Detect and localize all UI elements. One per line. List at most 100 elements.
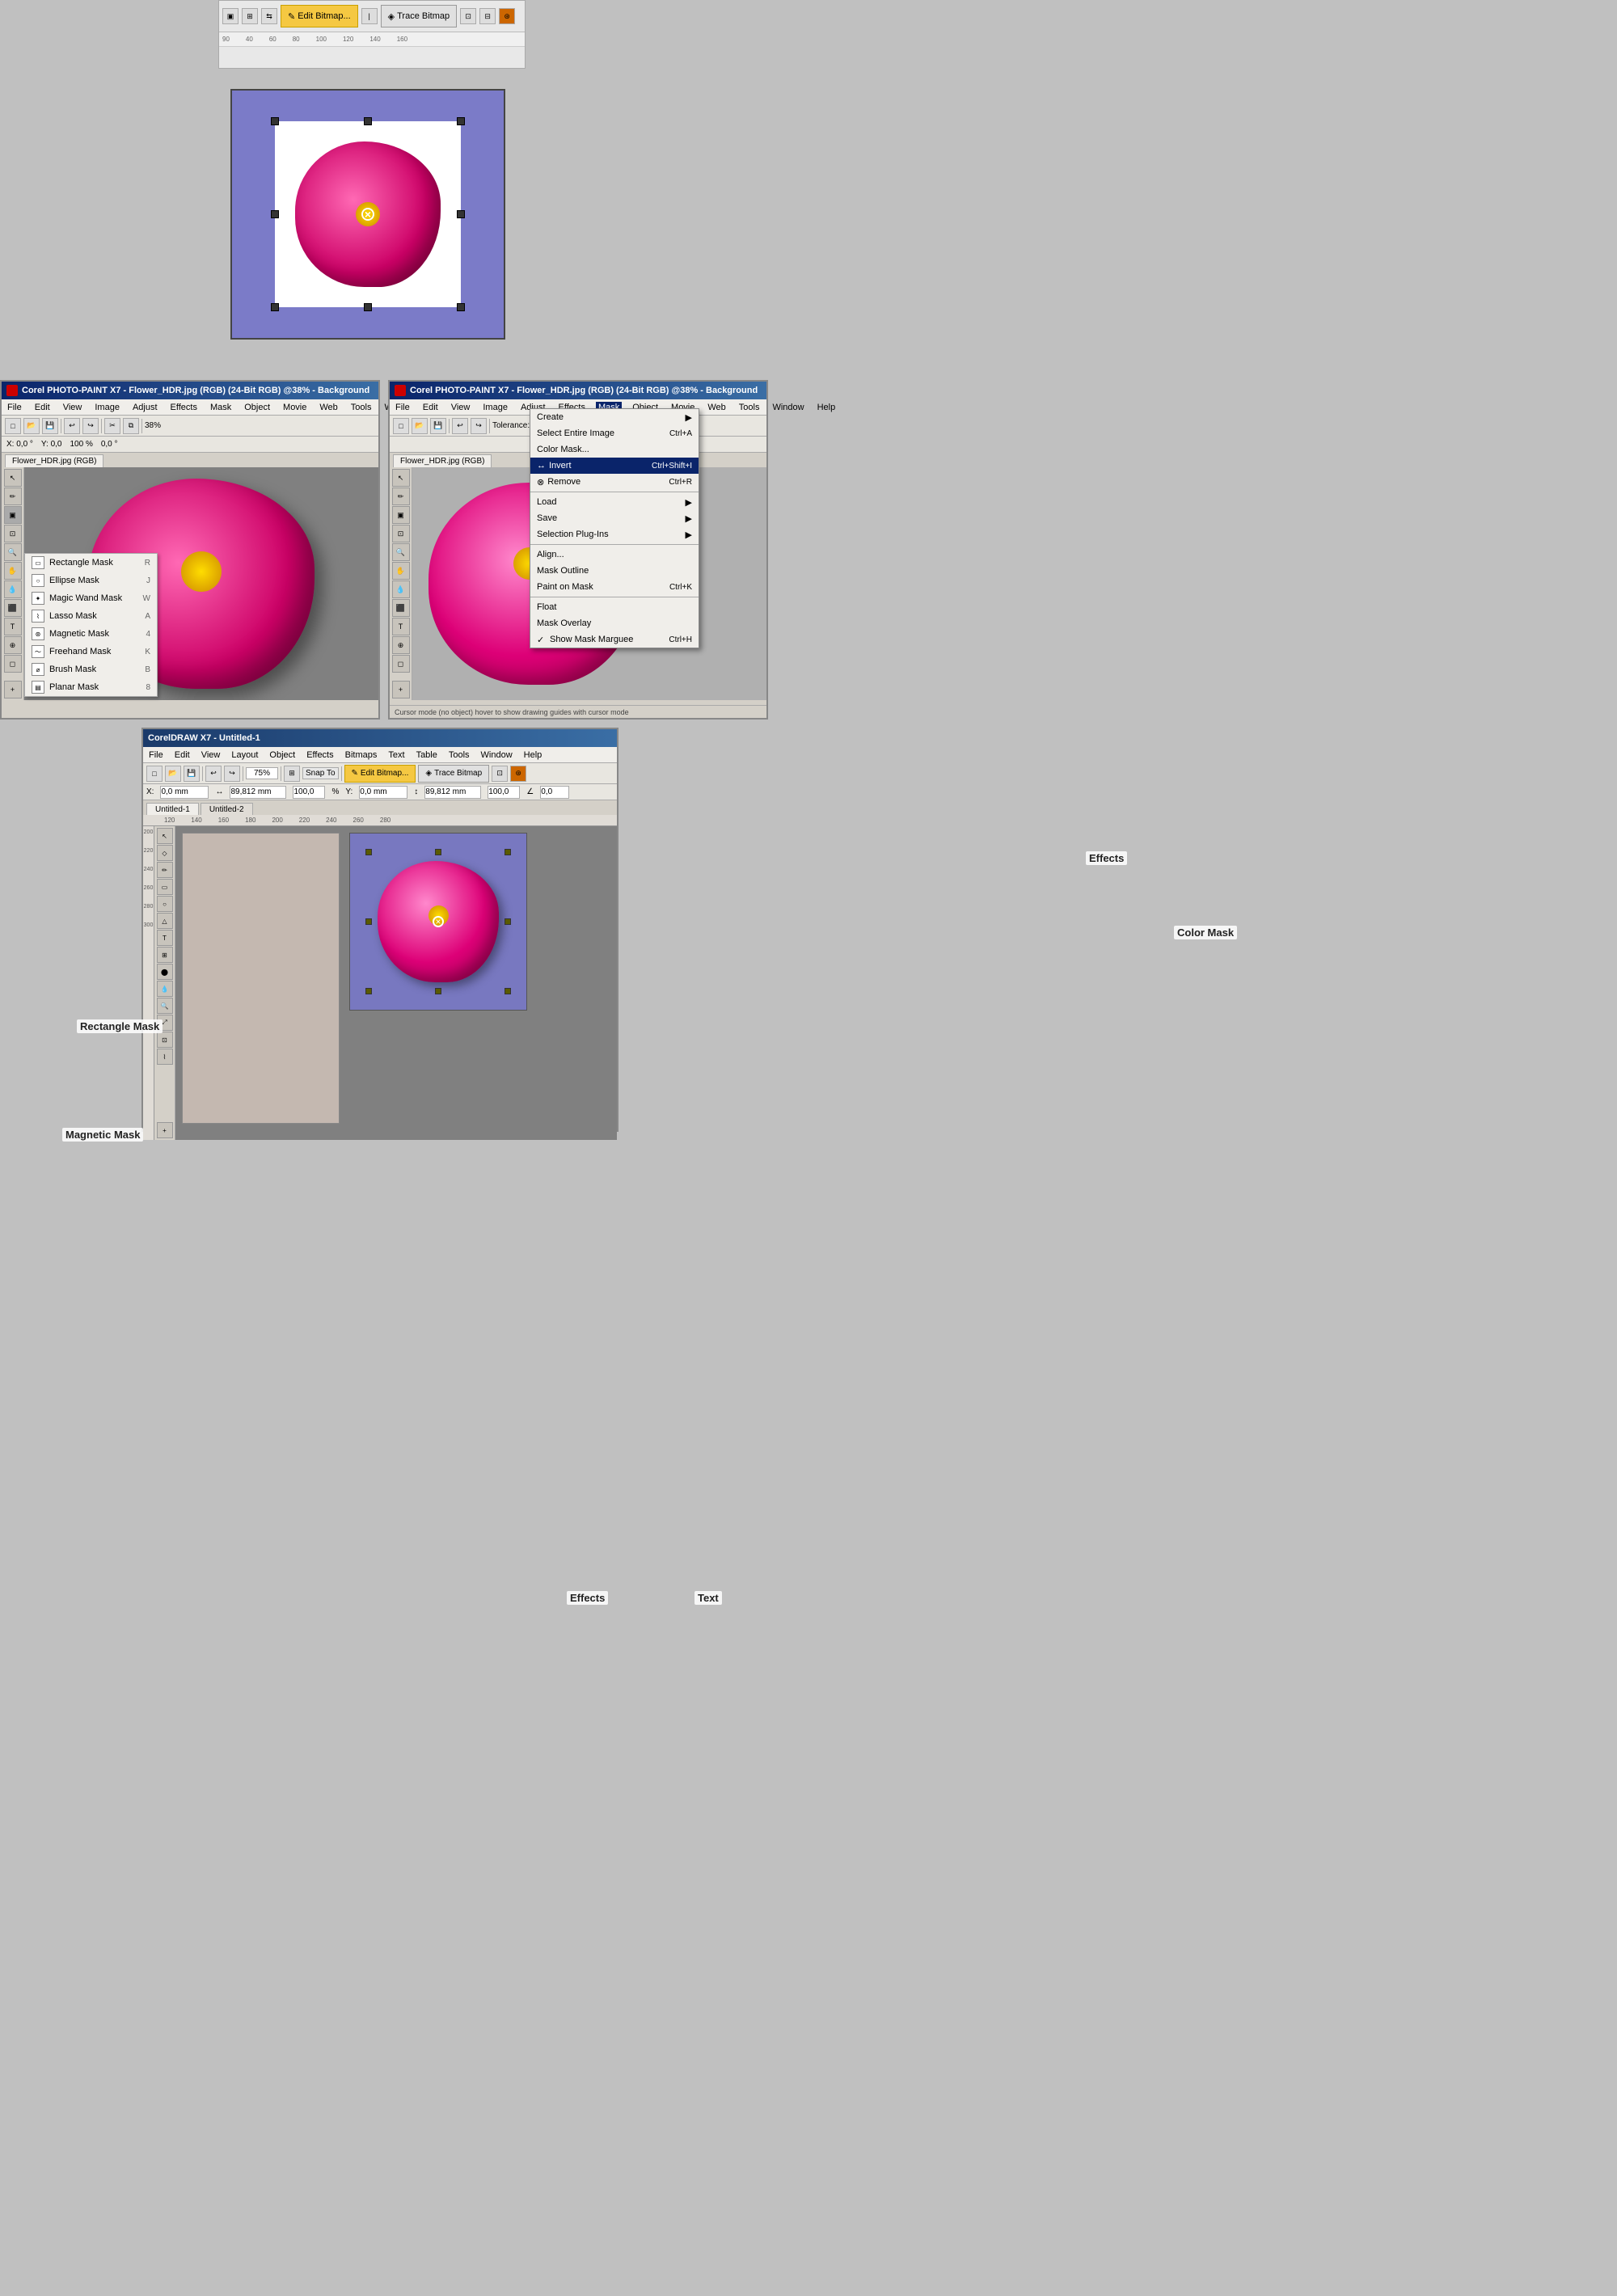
ctx-mask-outline[interactable]: Mask Outline: [530, 563, 699, 579]
trace-bitmap-button[interactable]: ◈ Trace Bitmap: [381, 5, 457, 27]
tool-mask-r[interactable]: ▣: [392, 506, 410, 524]
tool-zoom-r[interactable]: 🔍: [392, 543, 410, 561]
cd-menu-help[interactable]: Help: [521, 749, 545, 761]
tool-add[interactable]: +: [4, 681, 22, 699]
handle-tc[interactable]: [364, 117, 372, 125]
toolbar-icon-copy[interactable]: ⧉: [123, 418, 139, 434]
cd-tb-open[interactable]: 📂: [165, 766, 181, 782]
menu-view[interactable]: View: [61, 402, 85, 413]
cd-tool-text[interactable]: T: [157, 930, 173, 946]
ctx-color-mask[interactable]: Color Mask...: [530, 441, 699, 458]
menu-tools[interactable]: Tools: [348, 402, 374, 413]
handle-bc[interactable]: [364, 303, 372, 311]
cd-menu-layout[interactable]: Layout: [229, 749, 260, 761]
cd-handle-br[interactable]: [505, 988, 511, 994]
icon-placeholder-5[interactable]: ⊟: [479, 8, 496, 24]
ctx-remove[interactable]: ⊗ Remove Ctrl+R: [530, 474, 699, 490]
toolbar-icon-undo[interactable]: ↩: [64, 418, 80, 434]
menu-view-r[interactable]: View: [449, 402, 473, 413]
tb-icon-open-r[interactable]: 📂: [412, 418, 428, 434]
cd-tool-eyedrop[interactable]: 💧: [157, 981, 173, 997]
cd-handle-bl[interactable]: [365, 988, 372, 994]
cd-tool-add[interactable]: +: [157, 1122, 173, 1138]
cd-tb-undo[interactable]: ↩: [205, 766, 222, 782]
handle-tl[interactable]: [271, 117, 279, 125]
menu-mask-left[interactable]: Mask: [208, 402, 234, 413]
menu-image[interactable]: Image: [92, 402, 122, 413]
tool-clone[interactable]: ⊕: [4, 636, 22, 654]
handle-br[interactable]: [457, 303, 465, 311]
toolbar-icon-save[interactable]: 💾: [42, 418, 58, 434]
ctx-paint-on-mask[interactable]: Paint on Mask Ctrl+K: [530, 579, 699, 595]
menu-effects-left[interactable]: Effects: [168, 402, 200, 413]
handle-tr[interactable]: [457, 117, 465, 125]
cd-tab-untitled1[interactable]: Untitled-1: [146, 803, 199, 815]
cd-scale-y-input[interactable]: [488, 786, 520, 799]
cd-menu-object[interactable]: Object: [267, 749, 298, 761]
ctx-mask-overlay[interactable]: Mask Overlay: [530, 615, 699, 631]
toolbar-icon-cut[interactable]: ✂: [104, 418, 120, 434]
cd-tool-table[interactable]: ⊞: [157, 947, 173, 963]
tb-icon-undo-r[interactable]: ↩: [452, 418, 468, 434]
tool-clone-r[interactable]: ⊕: [392, 636, 410, 654]
cd-menu-bitmaps[interactable]: Bitmaps: [343, 749, 380, 761]
toolbar-icon-redo[interactable]: ↪: [82, 418, 99, 434]
cd-handle-ml[interactable]: [365, 918, 372, 925]
menu-web-r[interactable]: Web: [705, 402, 728, 413]
mask-item-magic-wand[interactable]: ✦ Magic Wand Mask W: [25, 589, 157, 607]
cd-scale-x-input[interactable]: [293, 786, 325, 799]
mask-item-ellipse[interactable]: ○ Ellipse Mask J: [25, 572, 157, 589]
tool-fill-r[interactable]: ⬛: [392, 599, 410, 617]
cd-menu-edit[interactable]: Edit: [172, 749, 192, 761]
cd-tool-polygon[interactable]: △: [157, 913, 173, 929]
mask-item-rectangle[interactable]: ▭ Rectangle Mask R: [25, 554, 157, 572]
tool-pan[interactable]: ✋: [4, 562, 22, 580]
ctx-show-mask-marguee[interactable]: ✓ Show Mask Marguee Ctrl+H: [530, 631, 699, 648]
cd-menu-table[interactable]: Table: [414, 749, 440, 761]
cd-handle-tl[interactable]: [365, 849, 372, 855]
cd-snap-icon[interactable]: ⊞: [284, 766, 300, 782]
tool-zoom[interactable]: 🔍: [4, 543, 22, 561]
cd-tool-blend[interactable]: ⤢: [157, 1015, 173, 1031]
ctx-save[interactable]: Save ▶: [530, 510, 699, 526]
cd-handle-mr[interactable]: [505, 918, 511, 925]
menu-file-r[interactable]: File: [393, 402, 412, 413]
menu-object[interactable]: Object: [242, 402, 272, 413]
handle-bl[interactable]: [271, 303, 279, 311]
cd-edit-bitmap-btn[interactable]: ✎ Edit Bitmap...: [344, 765, 416, 783]
toolbar-icon-new[interactable]: □: [5, 418, 21, 434]
cd-handle-tc[interactable]: [435, 849, 441, 855]
cd-tab-untitled2[interactable]: Untitled-2: [201, 803, 253, 815]
cd-menu-file[interactable]: File: [146, 749, 166, 761]
tool-text-r[interactable]: T: [392, 618, 410, 635]
cd-tool-fill[interactable]: ⬤: [157, 964, 173, 980]
toolbar-icon-open[interactable]: 📂: [23, 418, 40, 434]
tool-eyedrop[interactable]: 💧: [4, 580, 22, 598]
tb-icon-new-r[interactable]: □: [393, 418, 409, 434]
cd-angle-input[interactable]: [540, 786, 569, 799]
icon-extra[interactable]: ⊛: [499, 8, 515, 24]
icon-placeholder-1[interactable]: ▣: [222, 8, 239, 24]
menu-window-r[interactable]: Window: [770, 402, 806, 413]
cd-tb-redo[interactable]: ↪: [224, 766, 240, 782]
menu-adjust[interactable]: Adjust: [130, 402, 160, 413]
cd-tb-save[interactable]: 💾: [184, 766, 200, 782]
menu-help-r[interactable]: Help: [815, 402, 838, 413]
cd-tool-envelope[interactable]: ⊡: [157, 1032, 173, 1048]
mask-item-lasso[interactable]: ⌇ Lasso Mask A: [25, 607, 157, 625]
cd-tool-select[interactable]: ↖: [157, 828, 173, 844]
tool-crop[interactable]: ⊡: [4, 525, 22, 542]
cd-menu-view[interactable]: View: [199, 749, 223, 761]
cd-handle-tr[interactable]: [505, 849, 511, 855]
snap-to-label[interactable]: Snap To: [302, 767, 339, 779]
tool-select[interactable]: ↖: [4, 469, 22, 487]
cd-tool-connector[interactable]: ⌇: [157, 1049, 173, 1065]
tb-icon-save-r[interactable]: 💾: [430, 418, 446, 434]
tool-pan-r[interactable]: ✋: [392, 562, 410, 580]
tool-select-r[interactable]: ↖: [392, 469, 410, 487]
zoom-input[interactable]: 75%: [246, 767, 278, 779]
menu-tools-r[interactable]: Tools: [737, 402, 762, 413]
menu-image-r[interactable]: Image: [480, 402, 510, 413]
menu-edit-r[interactable]: Edit: [420, 402, 441, 413]
tool-freehand[interactable]: ✏: [4, 487, 22, 505]
